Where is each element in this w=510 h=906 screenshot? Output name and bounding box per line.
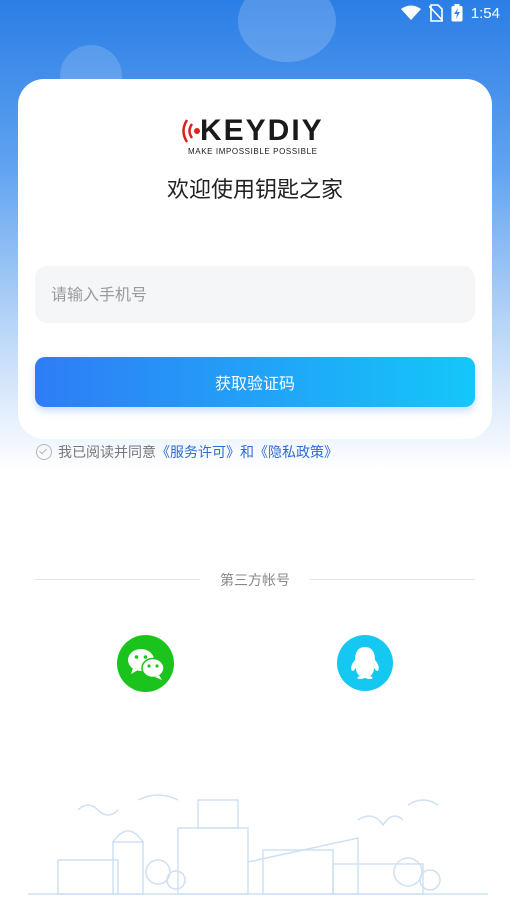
wechat-login-button[interactable]: [117, 635, 174, 692]
clock-time: 1:54: [470, 4, 500, 22]
wifi-icon: [400, 5, 421, 20]
welcome-title: 欢迎使用钥匙之家: [166, 178, 343, 203]
qq-login-button[interactable]: [337, 635, 393, 691]
agreement-text: 我已阅读并同意: [58, 445, 156, 461]
status-icons: 1:54: [400, 4, 500, 22]
no-sim-icon: [428, 4, 443, 22]
agreement-row: 我已阅读并同意 《服务许可》 和 《隐私政策》: [36, 442, 338, 462]
privacy-policy-link[interactable]: 《隐私政策》: [254, 442, 338, 462]
signal-logo-icon: [182, 119, 200, 143]
wechat-icon: [128, 649, 165, 680]
logo-tagline: MAKE IMPOSSIBLE POSSIBLE: [188, 147, 318, 156]
keydiy-logo: KEYDIY MAKE IMPOSSIBLE POSSIBLE: [182, 114, 332, 160]
battery-icon: [451, 4, 463, 22]
status-bar: 1:54: [0, 0, 510, 30]
city-illustration: [28, 794, 488, 895]
service-license-link[interactable]: 《服务许可》: [156, 442, 240, 462]
agreement-conjunction: 和: [240, 445, 254, 461]
phone-input[interactable]: [35, 266, 475, 323]
third-party-label: 第三方帐号: [220, 573, 290, 589]
get-verification-code-button[interactable]: 获取验证码: [35, 357, 475, 407]
qq-penguin-icon: [351, 647, 379, 679]
logo-brand: KEYDIY: [200, 114, 324, 147]
agreement-checkbox[interactable]: [36, 444, 52, 460]
